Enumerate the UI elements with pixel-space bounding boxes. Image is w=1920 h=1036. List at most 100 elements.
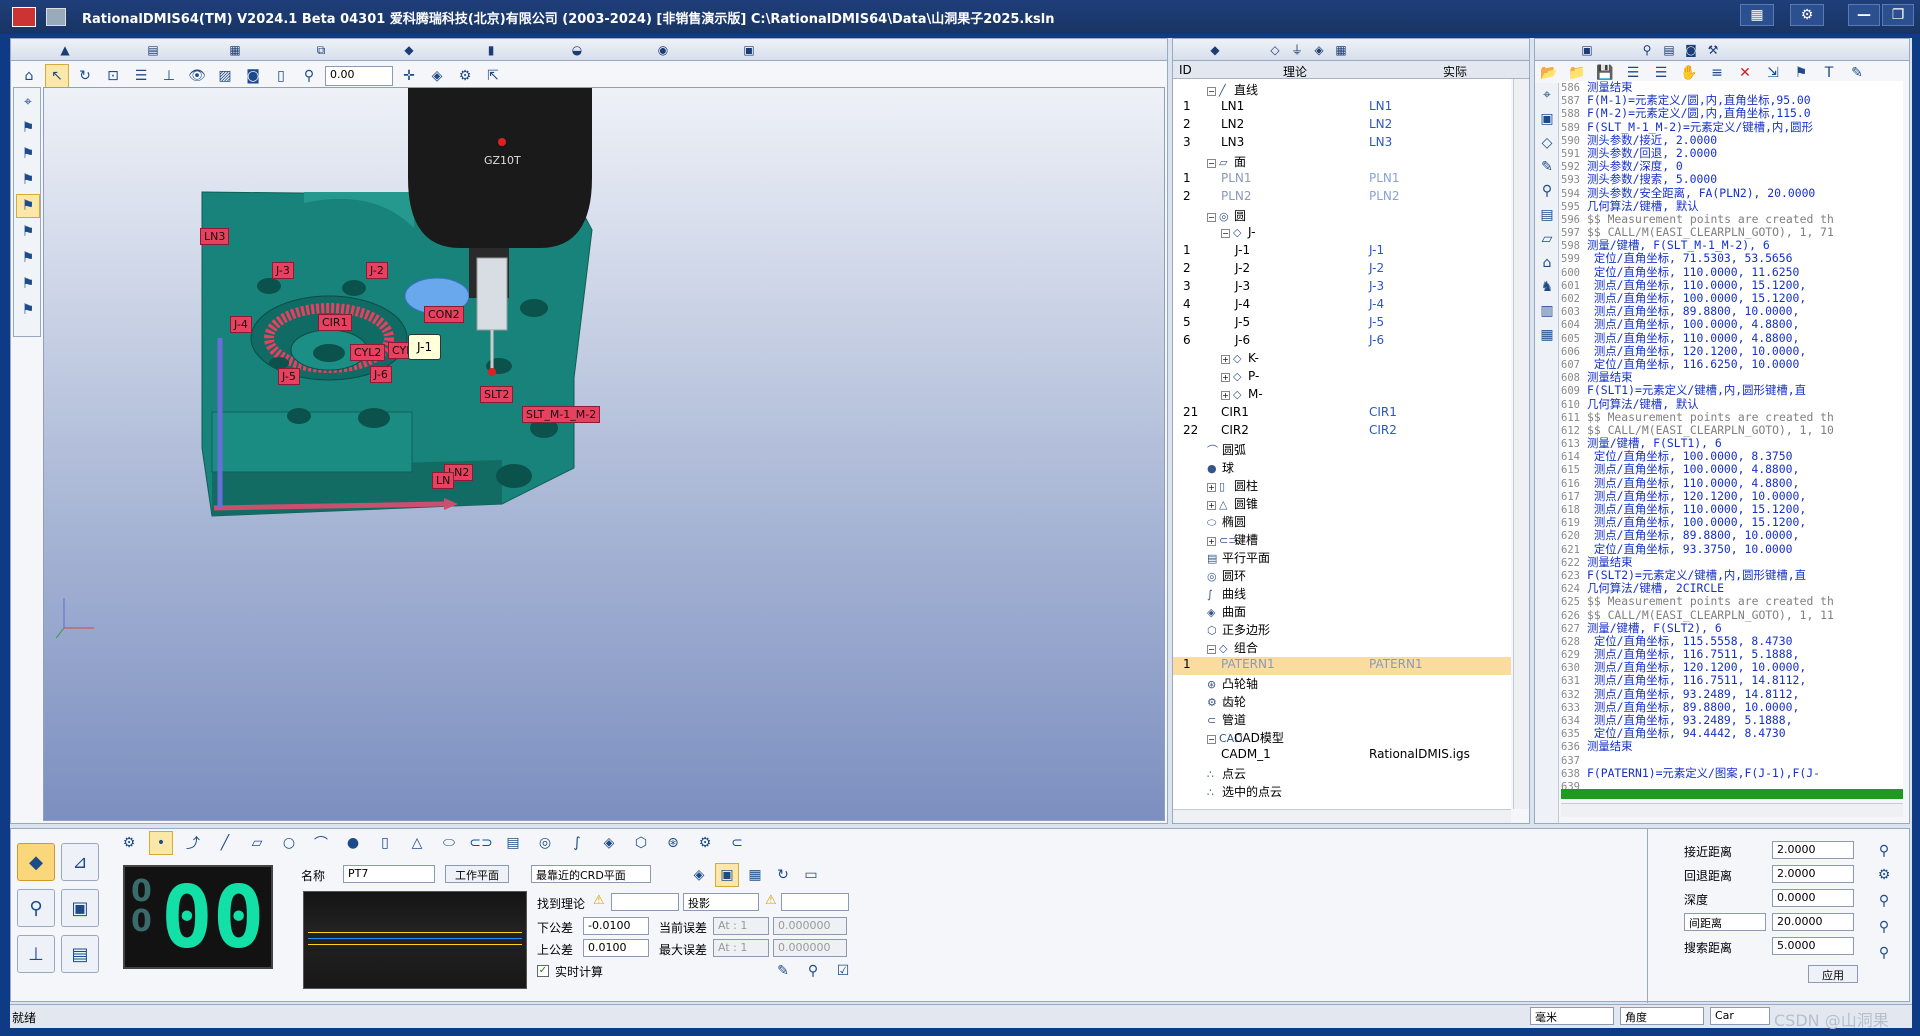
tree-row[interactable]: 1 LN1 LN1	[1173, 99, 1511, 117]
depth-input[interactable]: 0.0000	[1772, 889, 1854, 907]
upper-tol-input[interactable]: 0.0100	[583, 939, 649, 957]
tree-row[interactable]: CADM_1 RationalDMIS.igs	[1173, 747, 1511, 765]
machine-icon[interactable]: ▤	[61, 935, 99, 973]
plane-feature-icon[interactable]: ▱	[245, 831, 269, 855]
collapse-icon[interactable]: −	[1207, 735, 1216, 744]
rotate-icon[interactable]: ↻	[73, 64, 97, 88]
param-probe-icon[interactable]: ⚲	[1872, 839, 1896, 863]
coord-select[interactable]: Car	[1710, 1007, 1770, 1025]
param-probe4-icon[interactable]: ⚲	[1872, 941, 1896, 965]
collapse-icon[interactable]: −	[1207, 87, 1216, 96]
tree-row[interactable]: + ◇ K-	[1173, 351, 1511, 369]
point-feature-icon[interactable]: •	[149, 831, 173, 855]
code-line[interactable]: 638 F(PATERN1)=元素定义/图案,F(J-1),F(J-	[1561, 766, 1903, 780]
tab-geometry[interactable]: ◆	[397, 41, 421, 59]
surface-feature-icon[interactable]: ◈	[597, 831, 621, 855]
tree-row[interactable]: 1 PLN1 PLN1	[1173, 171, 1511, 189]
tab-window[interactable]: ▣	[737, 41, 761, 59]
tree-row[interactable]: 21 CIR1 CIR1	[1173, 405, 1511, 423]
tree-row[interactable]: ◎ 圆环	[1173, 567, 1511, 585]
pipe-feature-icon[interactable]: ⊂	[725, 831, 749, 855]
probe-edit-icon[interactable]: ⚑	[16, 298, 40, 322]
3d-viewport[interactable]: GZ10T LN3 J-3 J-2 CIR1 J-4 CYL2 CYL CON2…	[43, 87, 1165, 821]
tab-tolerance[interactable]: ◇	[1263, 41, 1287, 59]
expand-icon[interactable]: +	[1207, 537, 1216, 546]
tree-row[interactable]: 2 PLN2 PLN2	[1173, 189, 1511, 207]
expand-icon[interactable]: +	[1221, 373, 1230, 382]
tree-row[interactable]: − ▱ 面	[1173, 153, 1511, 171]
feature-label[interactable]: CON2	[424, 306, 464, 323]
collapse-icon[interactable]: −	[1207, 645, 1216, 654]
arc-feature-icon[interactable]: ⌒	[309, 831, 333, 855]
tab-list[interactable]: ▤	[1657, 41, 1681, 59]
parallel-plane-icon[interactable]: ▤	[501, 831, 525, 855]
cam-feature-icon[interactable]: ⊛	[661, 831, 685, 855]
tree-row[interactable]: 1 J-1 J-1	[1173, 243, 1511, 261]
doc-icon[interactable]: ▤	[1535, 203, 1559, 227]
home-icon[interactable]: ⌂	[17, 64, 41, 88]
apply-button[interactable]: 应用	[1808, 965, 1858, 983]
col-nominal[interactable]: 理论	[1283, 63, 1307, 80]
zoom-fit-icon[interactable]: ⊡	[101, 64, 125, 88]
open-icon[interactable]: 📂	[1537, 61, 1561, 85]
tree-row[interactable]: ∴ 选中的点云	[1173, 783, 1511, 801]
vector-point-icon[interactable]: ⤴	[181, 831, 205, 855]
tree-row[interactable]: 6 J-6 J-6	[1173, 333, 1511, 351]
tree-row[interactable]: ⚙ 齿轮	[1173, 693, 1511, 711]
tab-device[interactable]: ▮	[479, 41, 503, 59]
lower-tol-input[interactable]: -0.0100	[583, 917, 649, 935]
tab-palette[interactable]: ◈	[1307, 41, 1331, 59]
feature-label[interactable]: CYL2	[350, 344, 386, 361]
tab-network[interactable]: ⧉	[309, 41, 333, 59]
tab-report[interactable]: ▦	[1329, 41, 1353, 59]
cylinder-feature-icon[interactable]: ▯	[373, 831, 397, 855]
tree-row[interactable]: ▤ 平行平面	[1173, 549, 1511, 567]
tab-filter[interactable]: ⏚	[1285, 41, 1309, 59]
feature-label[interactable]: J-6	[370, 366, 392, 383]
feature-name-input[interactable]: PT7	[343, 865, 435, 883]
ellipse-feature-icon[interactable]: ⬭	[437, 831, 461, 855]
sphere-feature-icon[interactable]: ●	[341, 831, 365, 855]
cursor-probe-icon[interactable]: ⇱	[481, 64, 505, 88]
ruler-icon[interactable]: ⊿	[61, 843, 99, 881]
monitor-icon[interactable]: ▣	[715, 863, 739, 887]
probe-view-icon[interactable]: ⚲	[297, 64, 321, 88]
report-icon[interactable]: ▦	[1535, 323, 1559, 347]
tree-row[interactable]: ∫ 曲线	[1173, 585, 1511, 603]
tree-row[interactable]: + ▯ 圆柱	[1173, 477, 1511, 495]
param-probe2-icon[interactable]: ⚲	[1872, 889, 1896, 913]
layers-icon[interactable]: ☰	[129, 64, 153, 88]
tree-row[interactable]: ● 球	[1173, 459, 1511, 477]
tab-tools[interactable]: ⚒	[1701, 41, 1725, 59]
stack-icon[interactable]: ◇	[1535, 131, 1559, 155]
run-icon[interactable]: ♞	[1535, 275, 1559, 299]
cylinder-view-icon[interactable]: ▯	[269, 64, 293, 88]
tree-row[interactable]: ⬡ 正多边形	[1173, 621, 1511, 639]
slot-feature-icon[interactable]: ⊂⊃	[469, 831, 493, 855]
expand-icon[interactable]: +	[1221, 391, 1230, 400]
tab-cloud[interactable]: ◒	[565, 41, 589, 59]
minimize-button[interactable]: —	[1848, 4, 1880, 26]
expand-icon[interactable]: +	[1207, 483, 1216, 492]
angle-select[interactable]: 角度	[1620, 1007, 1704, 1025]
layer-tool-icon[interactable]: ▱	[1535, 227, 1559, 251]
display-icon[interactable]: ▭	[799, 863, 823, 887]
probe-point-icon[interactable]: ⚑	[16, 116, 40, 140]
gear-feature-icon[interactable]: ⚙	[693, 831, 717, 855]
network-icon[interactable]: ⚙	[1790, 4, 1824, 26]
tool-icon[interactable]: ▣	[1535, 107, 1559, 131]
param-gear-icon[interactable]: ⚙	[1872, 863, 1896, 887]
col-actual[interactable]: 实际	[1443, 63, 1467, 80]
tab-grid[interactable]: ▦	[223, 41, 247, 59]
select-cursor-icon[interactable]: ↖	[45, 64, 69, 88]
layout-icon[interactable]: ▦	[1740, 4, 1774, 26]
collapse-icon[interactable]: −	[1221, 229, 1230, 238]
tree-hscrollbar[interactable]	[1173, 809, 1511, 823]
work-plane-button[interactable]: 工作平面	[445, 865, 509, 883]
tab-probe[interactable]: ▲	[53, 41, 77, 59]
eye-icon[interactable]: 👁	[185, 64, 209, 88]
curve-feature-icon[interactable]: ∫	[565, 831, 589, 855]
circle-feature-icon[interactable]: ○	[277, 831, 301, 855]
joystick-icon[interactable]: ⚲	[17, 889, 55, 927]
measure-mode-icon[interactable]: ◆	[17, 843, 55, 881]
